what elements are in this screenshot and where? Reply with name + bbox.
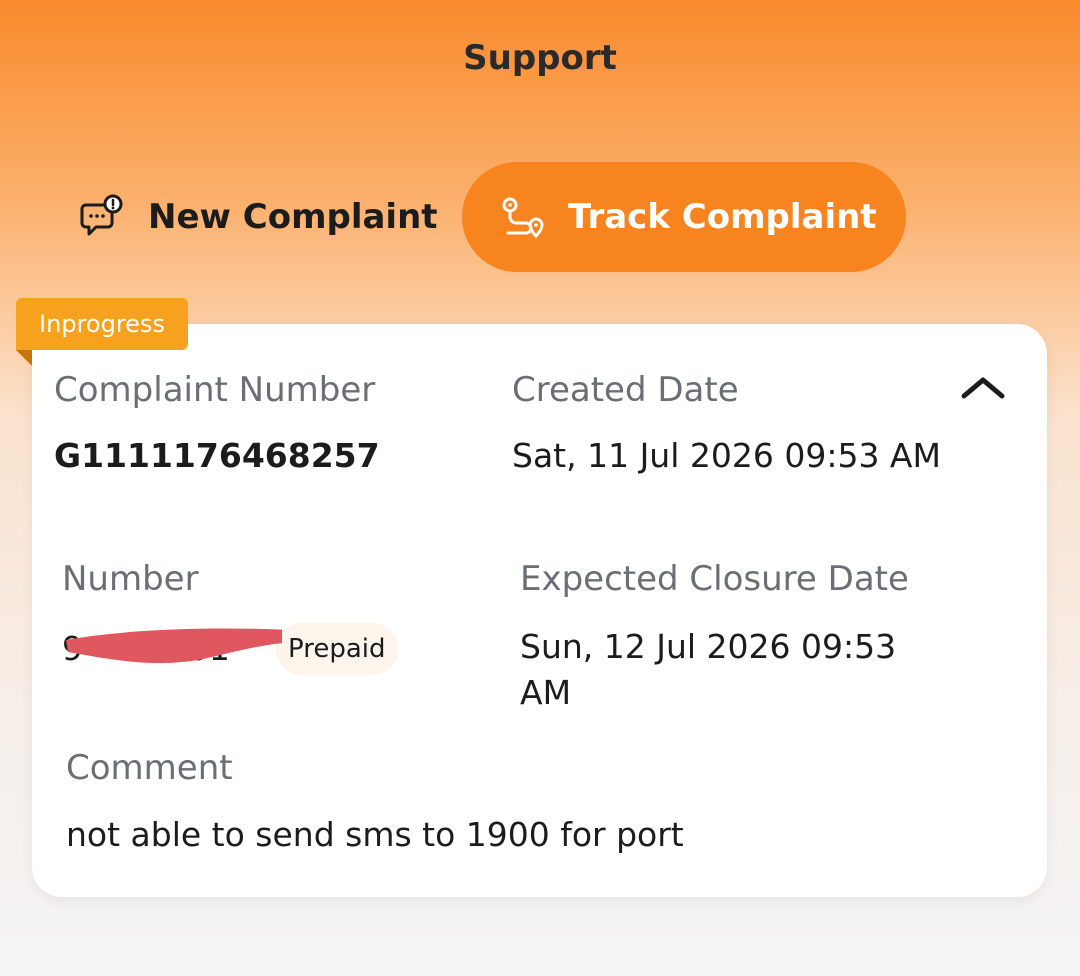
number-row: 9··········01 Prepaid [62, 622, 398, 676]
redaction-mark [66, 628, 282, 664]
route-icon [498, 193, 546, 241]
status-badge-fold [16, 350, 32, 366]
plan-type-badge: Prepaid [276, 623, 398, 675]
complaint-number-label: Complaint Number [54, 370, 376, 410]
comment-label: Comment [66, 748, 233, 788]
expected-closure-value: Sun, 12 Jul 2026 09:53 AM [520, 627, 897, 712]
complaint-number-value: G1111176468257 [54, 436, 380, 475]
chevron-up-icon[interactable] [958, 372, 1008, 402]
tab-track-complaint[interactable]: Track Complaint [462, 162, 906, 272]
comment-value: not able to send sms to 1900 for port [66, 815, 684, 854]
masked-number: 9··········01 [62, 622, 282, 676]
page-title: Support [463, 38, 617, 78]
created-date-label: Created Date [512, 370, 739, 410]
expected-closure-label: Expected Closure Date [520, 559, 909, 599]
chat-alert-icon [78, 193, 126, 241]
number-label: Number [62, 559, 199, 599]
created-date-value: Sat, 11 Jul 2026 09:53 AM [512, 436, 941, 475]
tab-new-complaint-label: New Complaint [148, 197, 438, 237]
tab-track-complaint-label: Track Complaint [568, 197, 877, 237]
status-badge: Inprogress [16, 298, 188, 350]
tab-new-complaint[interactable]: New Complaint [60, 162, 460, 272]
